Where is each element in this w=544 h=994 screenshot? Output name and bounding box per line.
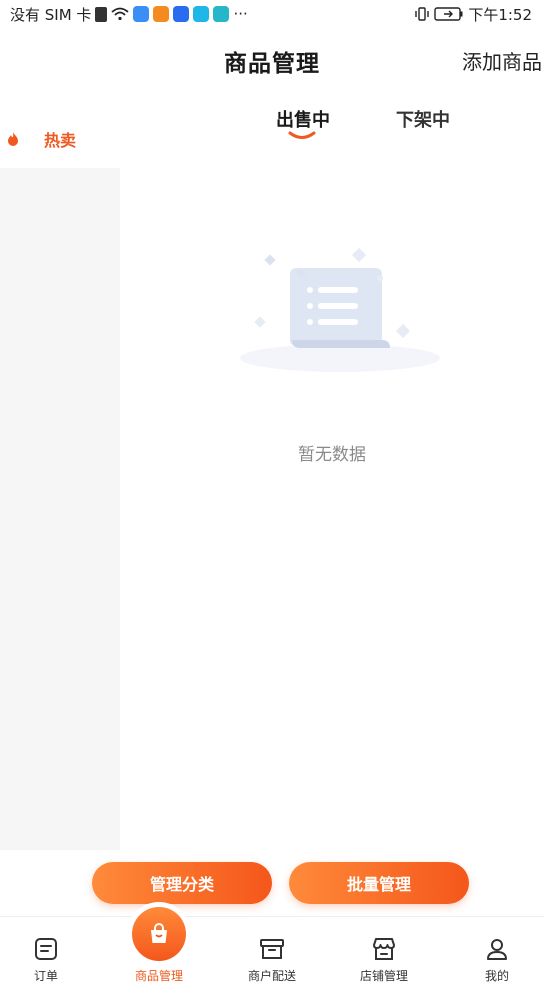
category-sidebar: 热卖 bbox=[0, 110, 120, 850]
app-screen: 没有 SIM 卡 ··· 下午1:52 商品管理 添加商品 热卖 出售中 下架中… bbox=[0, 0, 544, 994]
carrier-text: 没有 SIM 卡 bbox=[10, 5, 92, 24]
store-icon bbox=[373, 938, 395, 960]
bottom-navigation: 订单 商品管理 商户配送 店铺管理 我的 bbox=[0, 907, 544, 994]
nav-item-profile[interactable]: 我的 bbox=[447, 917, 544, 994]
nav-label-store: 店铺管理 bbox=[359, 969, 408, 983]
user-icon bbox=[487, 939, 507, 960]
cloud-app-icon bbox=[133, 6, 150, 22]
sidebar-item-label: 热卖 bbox=[44, 131, 77, 150]
shopping-bag-icon bbox=[151, 923, 167, 943]
video-app-icon bbox=[153, 6, 170, 22]
vibrate-icon bbox=[415, 7, 430, 21]
search-app-icon bbox=[193, 6, 210, 22]
status-tabs: 出售中 下架中 bbox=[120, 100, 544, 144]
battery-icon bbox=[434, 7, 463, 21]
sidebar-item-hot[interactable]: 热卖 bbox=[0, 110, 120, 168]
nav-label-profile: 我的 bbox=[484, 969, 509, 983]
nav-item-orders[interactable]: 订单 bbox=[0, 917, 96, 994]
nav-item-store[interactable]: 店铺管理 bbox=[334, 917, 434, 994]
clock-text: 下午1:52 bbox=[468, 5, 532, 24]
add-product-button[interactable]: 添加商品 bbox=[462, 46, 542, 75]
status-bar: 没有 SIM 卡 ··· 下午1:52 bbox=[0, 0, 544, 28]
flame-icon bbox=[8, 132, 18, 146]
nav-label-products: 商品管理 bbox=[134, 969, 183, 983]
empty-document-icon bbox=[240, 247, 440, 372]
sim-alert-icon bbox=[95, 6, 108, 22]
nav-item-delivery[interactable]: 商户配送 bbox=[222, 917, 322, 994]
tab-on-sale[interactable]: 出售中 bbox=[276, 106, 330, 132]
delivery-box-icon bbox=[260, 939, 284, 959]
batch-manage-button[interactable]: 批量管理 bbox=[289, 862, 469, 904]
more-notifications: ··· bbox=[233, 5, 248, 23]
active-tab-indicator bbox=[288, 131, 316, 139]
empty-state-text: 暂无数据 bbox=[298, 445, 366, 465]
tab-off-shelf[interactable]: 下架中 bbox=[396, 106, 450, 132]
nav-label-delivery: 商户配送 bbox=[247, 969, 296, 983]
tv-app-icon bbox=[213, 6, 230, 22]
nav-active-bubble bbox=[132, 907, 186, 961]
status-right: 下午1:52 bbox=[414, 4, 532, 25]
status-left: 没有 SIM 卡 ··· bbox=[10, 4, 248, 25]
bulb-app-icon bbox=[173, 6, 190, 22]
nav-label-orders: 订单 bbox=[33, 969, 58, 983]
nav-item-products[interactable]: 商品管理 bbox=[109, 907, 209, 994]
wifi-icon bbox=[111, 7, 130, 21]
order-icon bbox=[35, 938, 57, 960]
manage-category-button[interactable]: 管理分类 bbox=[92, 862, 272, 904]
page-header: 商品管理 添加商品 bbox=[0, 28, 544, 90]
